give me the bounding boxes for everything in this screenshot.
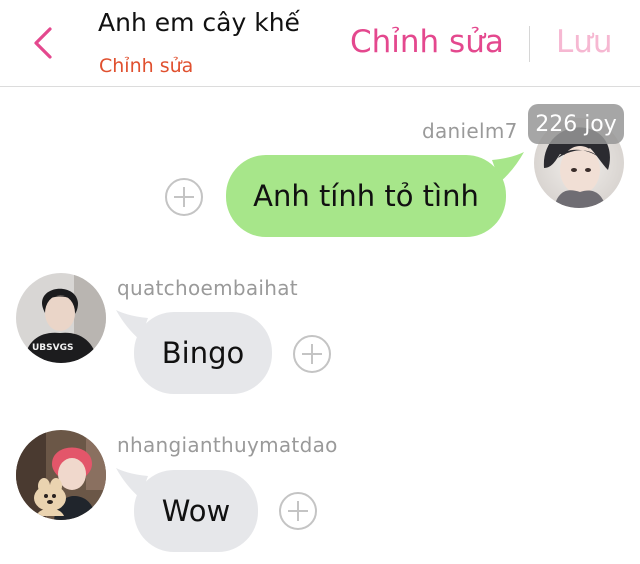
joy-badge: 226 joy [528, 104, 624, 144]
message-bubble[interactable]: Wow [134, 470, 258, 552]
sender-name: quatchoembaihat [117, 276, 298, 300]
sender-name: nhangianthuymatdao [117, 433, 338, 457]
message-text: Bingo [161, 336, 245, 370]
chat-header: Anh em cây khế Chỉnh sửa Chỉnh sửa Lưu [0, 0, 640, 87]
add-reaction-button[interactable] [278, 491, 318, 531]
plus-circle-icon [293, 335, 331, 373]
message-bubble[interactable]: Bingo [134, 312, 272, 394]
add-reaction-button[interactable] [164, 177, 204, 217]
sender-name: danielm7 [422, 119, 518, 143]
avatar-photo [16, 430, 106, 520]
message-bubble[interactable]: Anh tính tỏ tình [226, 155, 506, 237]
shirt-text: UBSVGS [32, 343, 73, 353]
plus-circle-icon [165, 178, 203, 216]
chevron-left-icon [34, 27, 52, 59]
edit-button[interactable]: Chỉnh sửa [350, 24, 504, 60]
avatar[interactable] [16, 430, 106, 520]
message-text: Wow [161, 494, 231, 528]
avatar-photo: UBSVGS [16, 273, 106, 363]
plus-circle-icon [279, 492, 317, 530]
add-reaction-button[interactable] [292, 334, 332, 374]
chat-title: Anh em cây khế [98, 8, 300, 37]
header-divider [529, 26, 530, 62]
chat-subtitle[interactable]: Chỉnh sửa [99, 55, 193, 77]
back-button[interactable] [30, 25, 58, 61]
message-text: Anh tính tỏ tình [253, 179, 479, 213]
save-button[interactable]: Lưu [556, 24, 613, 60]
avatar[interactable]: UBSVGS [16, 273, 106, 363]
